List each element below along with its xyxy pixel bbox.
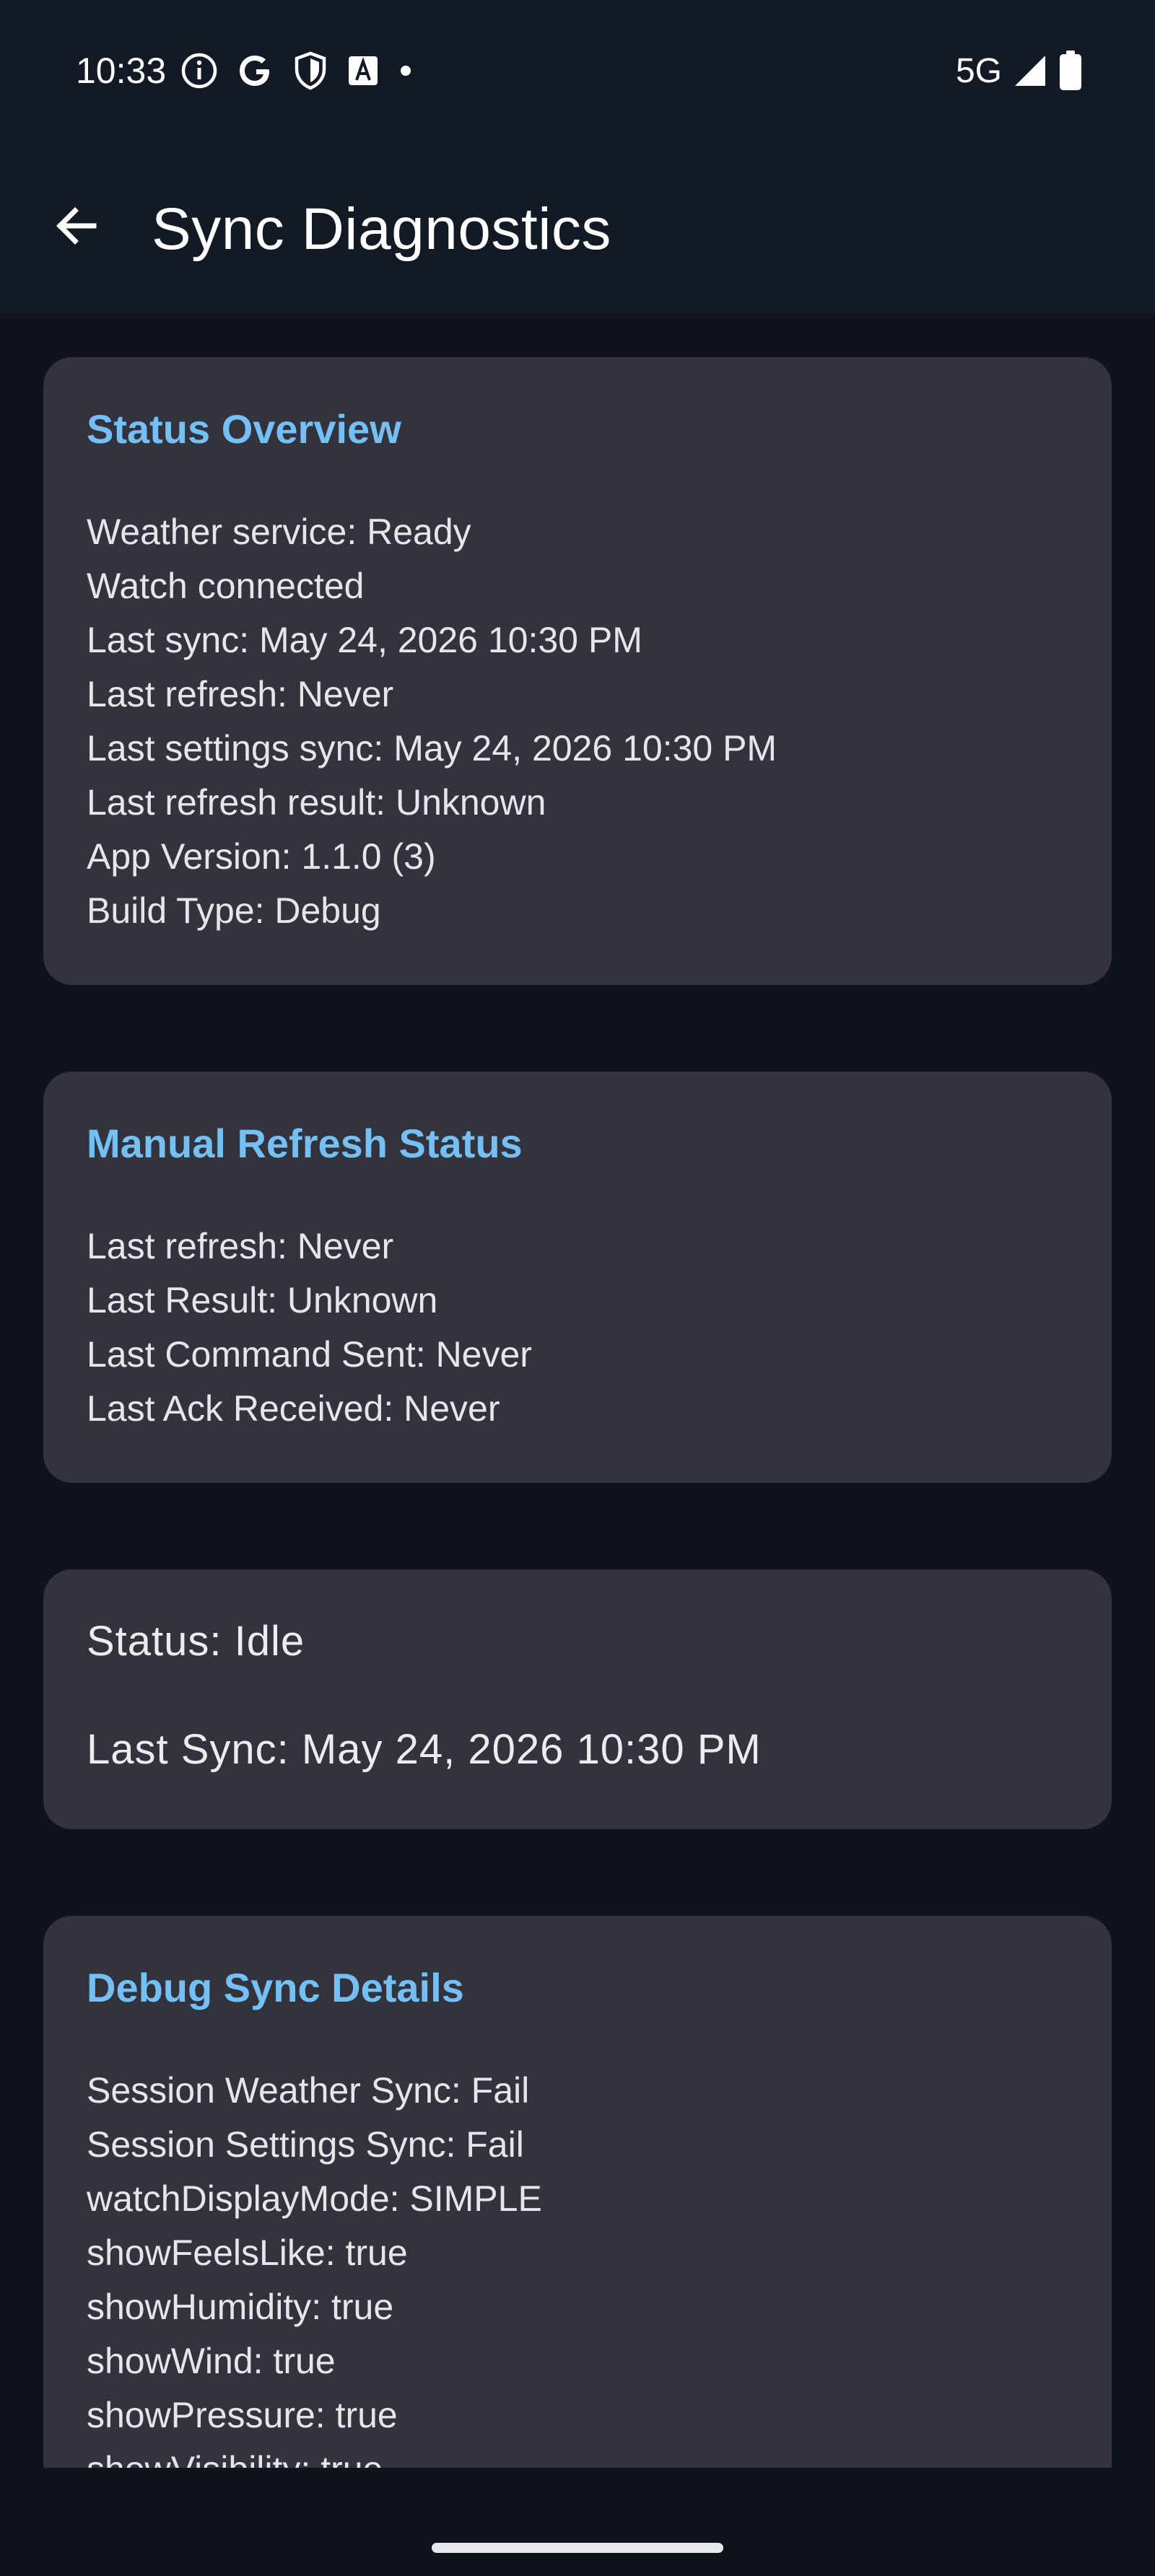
google-icon	[237, 52, 274, 89]
overview-line-last-sync: Last sync: May 24, 2026 10:30 PM	[87, 620, 642, 660]
card-title: Debug Sync Details	[87, 1965, 464, 2010]
debug-line-show-feels-like: showFeelsLike: true	[87, 2233, 408, 2273]
navigation-bar	[0, 2468, 1155, 2576]
card-title: Manual Refresh Status	[87, 1121, 523, 1166]
card-lines: Session Weather Sync: Fail Session Setti…	[87, 2064, 1068, 2468]
manual-line-last-command-sent: Last Command Sent: Never	[87, 1334, 532, 1375]
card-lines: Weather service: Ready Watch connected L…	[87, 505, 1068, 938]
dot-icon	[398, 63, 413, 78]
debug-line-watch-display-mode: watchDisplayMode: SIMPLE	[87, 2178, 542, 2219]
sync-status-text: Status: Idle	[87, 1618, 305, 1665]
overview-line-last-refresh: Last refresh: Never	[87, 674, 394, 714]
overview-line-watch-connected: Watch connected	[87, 566, 365, 606]
debug-line-show-pressure: showPressure: true	[87, 2395, 398, 2435]
debug-line-show-humidity: showHumidity: true	[87, 2287, 394, 2327]
overview-line-weather-service: Weather service: Ready	[87, 512, 471, 552]
sync-status-card: Status: Idle Last Sync: May 24, 2026 10:…	[43, 1569, 1112, 1829]
diagnostics-content[interactable]: Status Overview Weather service: Ready W…	[0, 314, 1155, 2468]
debug-line-show-visibility: showVisibility: true	[87, 2443, 1068, 2468]
shield-icon	[293, 51, 328, 90]
manual-line-last-result: Last Result: Unknown	[87, 1280, 438, 1320]
home-gesture-handle[interactable]	[432, 2543, 723, 2553]
overview-line-app-version: App Version: 1.1.0 (3)	[87, 836, 436, 877]
signal-icon	[1012, 53, 1048, 89]
debug-sync-details-card: Debug Sync Details Session Weather Sync:…	[43, 1916, 1112, 2468]
arrow-back-icon	[51, 201, 101, 255]
status-bar: 10:33 5G	[0, 0, 1155, 137]
status-icons-right: 5G	[956, 49, 1083, 92]
info-icon	[180, 52, 218, 89]
network-type: 5G	[955, 51, 1002, 90]
back-button[interactable]	[43, 195, 108, 260]
manual-line-last-ack-received: Last Ack Received: Never	[87, 1388, 500, 1429]
manual-refresh-status-card: Manual Refresh Status Last refresh: Neve…	[43, 1072, 1112, 1483]
status-icons-left	[180, 51, 413, 91]
overview-line-build-type: Build Type: Debug	[87, 890, 381, 931]
page-title: Sync Diagnostics	[152, 196, 611, 262]
app-bar: Sync Diagnostics	[0, 137, 1155, 314]
debug-line-session-settings-sync: Session Settings Sync: Fail	[87, 2124, 524, 2165]
status-overview-card: Status Overview Weather service: Ready W…	[43, 357, 1112, 985]
debug-line-show-wind: showWind: true	[87, 2341, 336, 2381]
debug-line-session-weather-sync: Session Weather Sync: Fail	[87, 2070, 530, 2111]
manual-line-last-refresh: Last refresh: Never	[87, 1226, 394, 1266]
card-title: Status Overview	[87, 406, 401, 452]
card-lines: Last refresh: Never Last Result: Unknown…	[87, 1219, 1068, 1436]
last-sync-text: Last Sync: May 24, 2026 10:30 PM	[87, 1726, 762, 1773]
translate-icon	[346, 54, 380, 87]
overview-line-last-refresh-result: Last refresh result: Unknown	[87, 782, 546, 823]
status-time: 10:33	[76, 51, 167, 91]
battery-icon	[1058, 50, 1083, 92]
overview-line-last-settings-sync: Last settings sync: May 24, 2026 10:30 P…	[87, 728, 777, 768]
